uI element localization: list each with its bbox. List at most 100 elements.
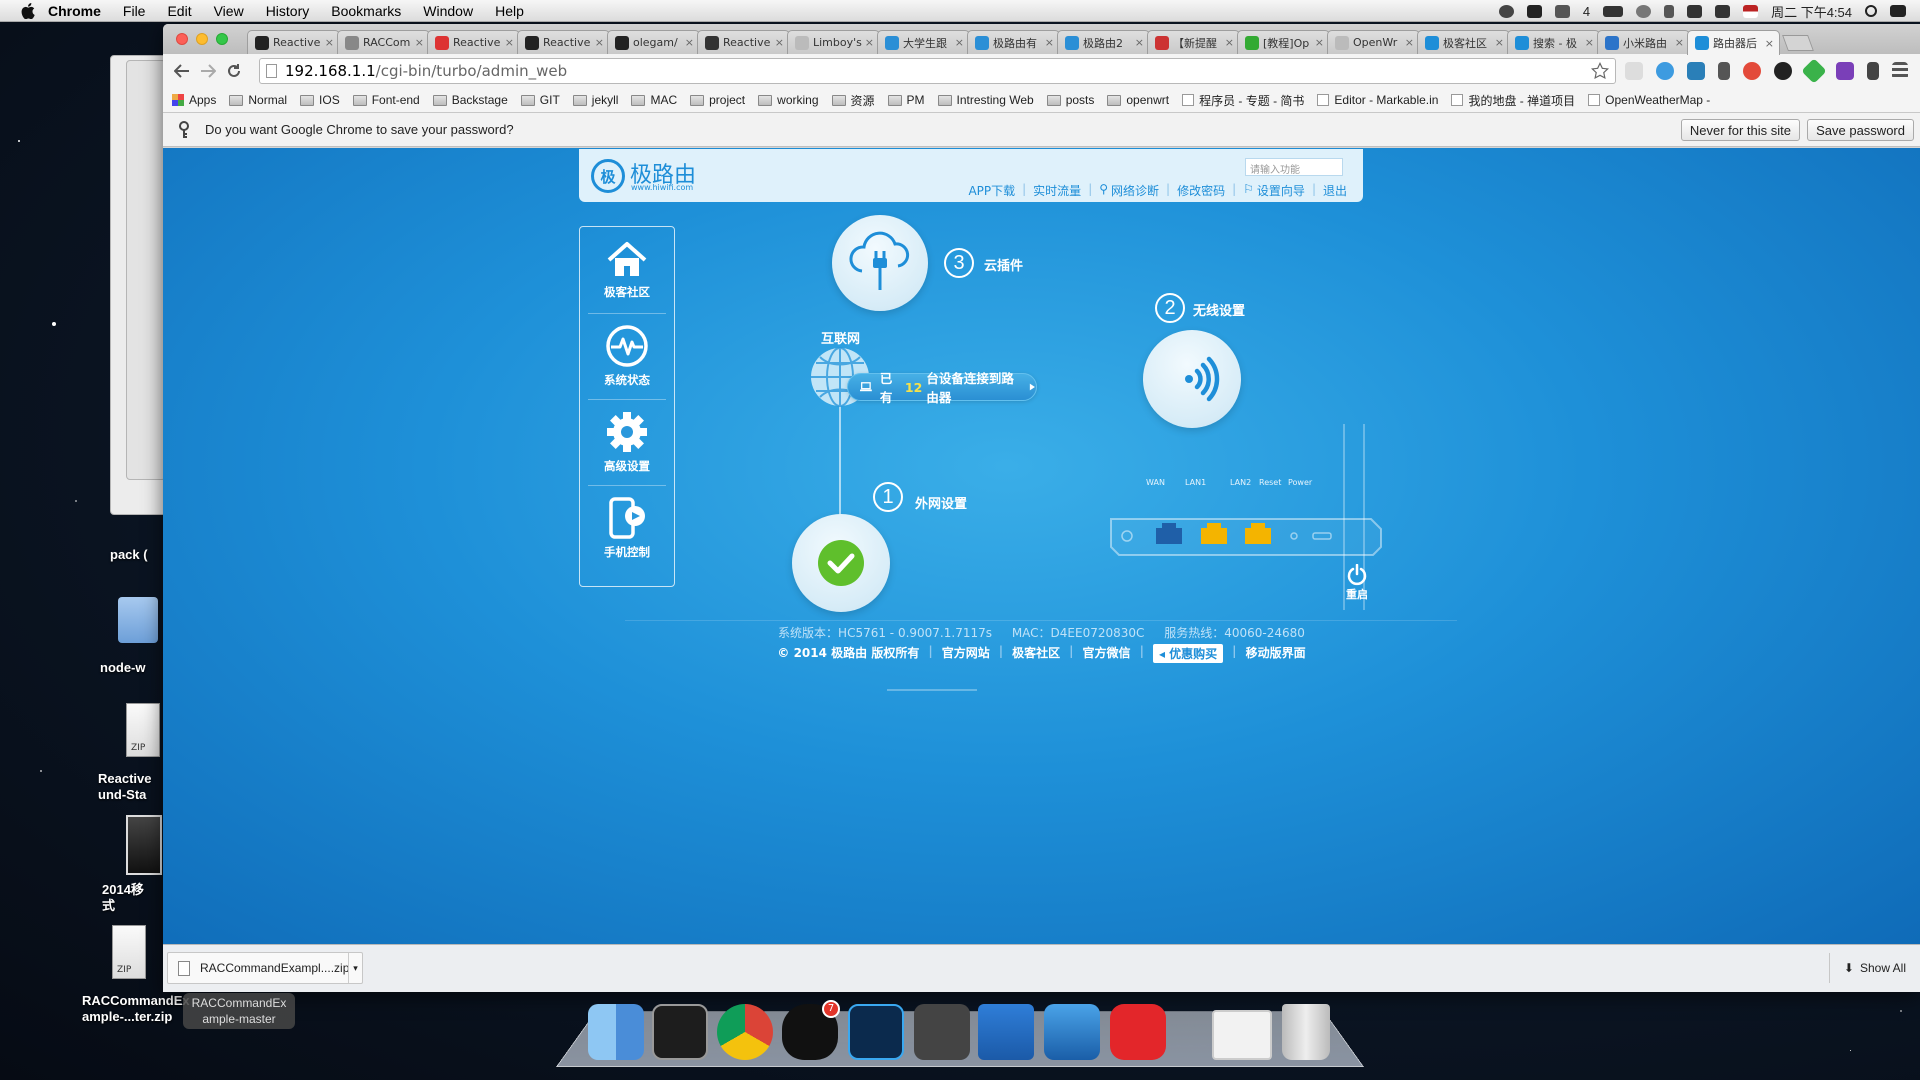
bluetooth-icon[interactable] (1664, 4, 1675, 18)
close-tab-icon[interactable]: × (1135, 36, 1144, 49)
app-download-link[interactable]: APP下载 (968, 182, 1015, 199)
desktop-label-pack[interactable]: pack ( (110, 547, 160, 563)
menu-bookmarks[interactable]: Bookmarks (331, 3, 401, 19)
ai-status-icon[interactable] (1554, 4, 1570, 18)
volume-icon[interactable] (1715, 4, 1731, 18)
time-machine-icon[interactable] (1636, 4, 1652, 18)
sublime-dock-icon[interactable] (914, 1004, 970, 1060)
menu-window[interactable]: Window (423, 3, 473, 19)
change-password-link[interactable]: 修改密码 (1177, 182, 1225, 199)
browser-tab[interactable]: Reactive × (427, 30, 520, 54)
bookmark-item[interactable]: MAC (631, 93, 677, 107)
word-dock-icon[interactable] (978, 1004, 1034, 1060)
extension-camera-icon[interactable] (1774, 62, 1792, 80)
notification-icon[interactable] (1498, 4, 1514, 18)
zip-file-icon-2[interactable]: ZIP (112, 925, 146, 979)
photoshop-dock-icon[interactable] (848, 1004, 904, 1060)
discount-buy-button[interactable]: ◂ 优惠购买 (1152, 644, 1224, 663)
chrome-dock-icon[interactable] (717, 1004, 773, 1060)
browser-tab[interactable]: Reactive × (247, 30, 340, 54)
bookmark-item[interactable]: GIT (520, 93, 560, 107)
sidebar-item-advanced-settings[interactable]: 高级设置 (580, 399, 674, 485)
trash-dock-icon[interactable] (1282, 1004, 1330, 1060)
new-tab-button[interactable] (1782, 35, 1814, 51)
bookmark-item[interactable]: IOS (300, 93, 340, 107)
close-tab-icon[interactable]: × (1495, 36, 1504, 49)
bookmark-item[interactable]: Apps (172, 93, 216, 107)
never-for-this-site-button[interactable]: Never for this site (1680, 119, 1800, 141)
network-diagnose-link[interactable]: 网络诊断 (1111, 182, 1159, 199)
cloud-plugin-label[interactable]: 云插件 (984, 255, 1023, 274)
browser-tab[interactable]: olegam/ × (607, 30, 700, 54)
download-menu-caret-icon[interactable]: ▾ (348, 953, 362, 983)
browser-tab[interactable]: 极路由2 × (1057, 30, 1150, 54)
close-tab-icon[interactable]: × (1765, 37, 1774, 50)
wan-settings-circle[interactable] (792, 514, 890, 612)
bookmark-item[interactable]: Normal (229, 93, 287, 107)
browser-tab[interactable]: RACCom × (337, 30, 430, 54)
bookmark-item[interactable]: 我的地盘 - 禅道项目 (1451, 92, 1575, 109)
forward-button[interactable] (197, 60, 219, 82)
close-tab-icon[interactable]: × (595, 36, 604, 49)
battery-icon[interactable] (1603, 5, 1624, 17)
bookmark-item[interactable]: project (690, 93, 745, 107)
save-password-button[interactable]: Save password (1807, 119, 1914, 141)
geek-community-link[interactable]: 极客社区 (1012, 644, 1060, 663)
folder-icon[interactable] (118, 597, 158, 643)
realtime-traffic-link[interactable]: 实时流量 (1033, 182, 1081, 199)
menu-view[interactable]: View (214, 3, 244, 19)
menu-app-chrome[interactable]: Chrome (48, 3, 101, 19)
bookmark-item[interactable]: 程序员 - 专题 - 简书 (1182, 92, 1304, 109)
close-tab-icon[interactable]: × (1585, 36, 1594, 49)
extension-red-icon[interactable] (1743, 62, 1761, 80)
extension-eyedropper-icon[interactable] (1718, 62, 1730, 80)
official-site-link[interactable]: 官方网站 (942, 644, 990, 663)
close-tab-icon[interactable]: × (775, 36, 784, 49)
bookmark-item[interactable]: Backstage (432, 93, 508, 107)
zip-file-icon[interactable]: ZIP (126, 703, 160, 757)
menu-file[interactable]: File (123, 3, 146, 19)
reload-button[interactable] (223, 60, 245, 82)
minimize-window-icon[interactable] (196, 33, 208, 45)
browser-tab[interactable]: 大学生跟 × (877, 30, 970, 54)
sidebar-item-system-status[interactable]: 系统状态 (580, 313, 674, 399)
close-tab-icon[interactable]: × (415, 36, 424, 49)
function-search-input[interactable]: 请输入功能 (1245, 158, 1343, 176)
mobile-version-link[interactable]: 移动版界面 (1246, 644, 1306, 663)
browser-tab[interactable]: 极路由有 × (967, 30, 1060, 54)
extension-rss-icon[interactable] (1625, 62, 1643, 80)
bookmark-item[interactable]: Intresting Web (937, 93, 1034, 107)
menu-edit[interactable]: Edit (167, 3, 191, 19)
wan-settings-label[interactable]: 外网设置 (915, 493, 967, 512)
browser-tab[interactable]: 极客社区 × (1417, 30, 1510, 54)
browser-tab[interactable]: 路由器后 × (1687, 30, 1780, 55)
menu-help[interactable]: Help (495, 3, 524, 19)
desktop-label-node[interactable]: node-w (100, 660, 160, 676)
browser-tab[interactable]: Limboy's × (787, 30, 880, 54)
close-tab-icon[interactable]: × (955, 36, 964, 49)
flag-icon[interactable] (1743, 4, 1759, 18)
desktop-label-reactive[interactable]: Reactive und-Sta (98, 771, 158, 803)
browser-tab[interactable]: 搜索 - 极 × (1507, 30, 1600, 54)
extension-pin-icon[interactable] (1867, 62, 1879, 80)
browser-tab[interactable]: [教程]Op × (1237, 30, 1330, 54)
close-tab-icon[interactable]: × (325, 36, 334, 49)
cloud-plugin-circle[interactable] (832, 215, 928, 311)
bookmark-item[interactable]: Font-end (352, 93, 420, 107)
bookmark-item[interactable]: PM (887, 93, 925, 107)
browser-tab[interactable]: Reactive × (517, 30, 610, 54)
bookmark-item[interactable]: jekyll (572, 93, 618, 107)
browser-tab[interactable]: 【新提醒 × (1147, 30, 1240, 54)
extension-green-icon[interactable] (1801, 58, 1827, 84)
desktop-label-2014[interactable]: 2014移 式 (102, 882, 162, 914)
restart-button[interactable]: 重启 (1340, 564, 1374, 602)
back-button[interactable] (171, 60, 193, 82)
apple-menu-icon[interactable] (18, 2, 38, 19)
connected-devices-button[interactable]: 已有 12 台设备连接到路由器 (847, 371, 1037, 405)
notification-center-icon[interactable] (1890, 5, 1906, 17)
bookmark-item[interactable]: posts (1046, 93, 1094, 107)
background-window-2[interactable] (126, 60, 166, 480)
extension-swirl-icon[interactable] (1687, 62, 1705, 80)
finder-dock-icon[interactable] (588, 1004, 644, 1060)
netease-music-dock-icon[interactable] (1110, 1004, 1166, 1060)
